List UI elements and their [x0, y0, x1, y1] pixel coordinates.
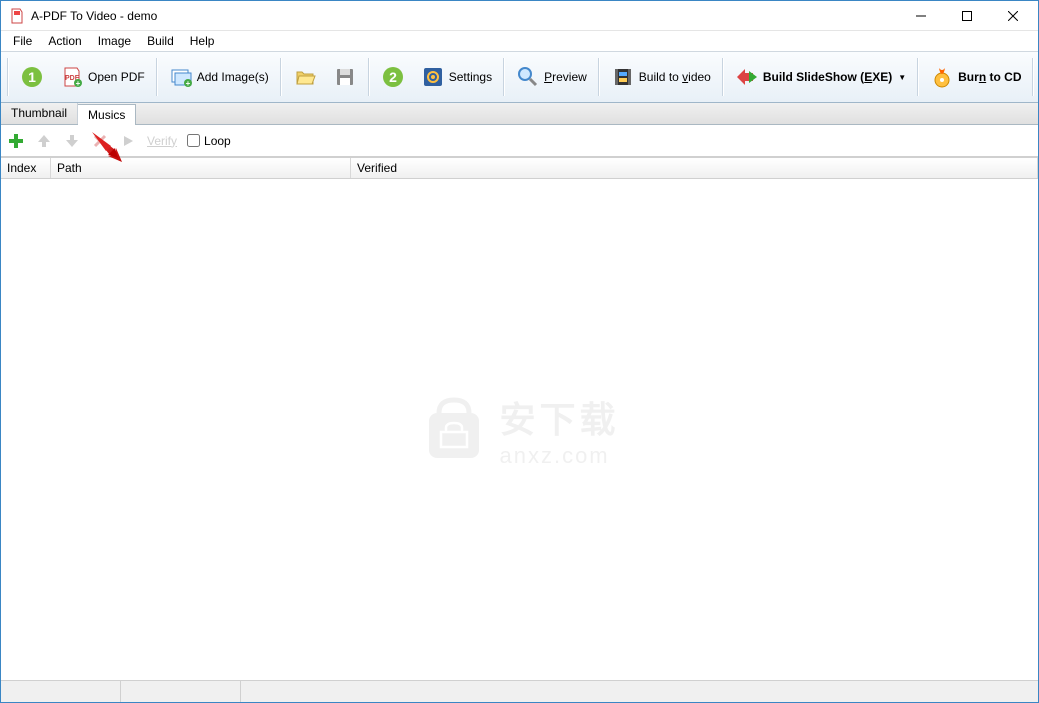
add-images-button[interactable]: + Add Image(s)	[162, 58, 276, 96]
status-cell-2	[121, 681, 241, 702]
column-index[interactable]: Index	[1, 158, 51, 178]
statusbar	[1, 680, 1038, 702]
burn-cd-button[interactable]: Burn to CD	[923, 58, 1028, 96]
save-button[interactable]	[326, 58, 364, 96]
move-up-button[interactable]	[35, 132, 53, 150]
menu-image[interactable]: Image	[90, 32, 139, 50]
watermark-cn: 安下载	[499, 391, 619, 443]
move-down-button[interactable]	[63, 132, 81, 150]
step1-icon: 1	[20, 65, 44, 89]
column-verified[interactable]: Verified	[351, 158, 1038, 178]
folder-open-icon	[293, 65, 317, 89]
tab-thumbnail[interactable]: Thumbnail	[1, 103, 78, 124]
window-controls	[898, 1, 1036, 30]
build-slideshow-label: Build SlideShow (EXE)	[763, 70, 892, 84]
burn-icon	[930, 65, 954, 89]
status-cell-1	[1, 681, 121, 702]
tabs: Thumbnail Musics	[1, 103, 1038, 125]
pdf-icon: PDF+	[60, 65, 84, 89]
close-button[interactable]	[990, 1, 1036, 30]
save-icon	[333, 65, 357, 89]
titlebar: A-PDF To Video - demo	[1, 1, 1038, 31]
add-images-label: Add Image(s)	[197, 70, 269, 84]
preview-label: Preview	[544, 70, 587, 84]
watermark: 安下载 anxz.com	[419, 391, 619, 469]
open-pdf-button[interactable]: PDF+ Open PDF	[53, 58, 152, 96]
burn-cd-label: Burn to CD	[958, 70, 1021, 84]
loop-checkbox-input[interactable]	[187, 134, 200, 147]
gear-icon	[421, 65, 445, 89]
tab-musics[interactable]: Musics	[78, 104, 136, 125]
build-slideshow-button[interactable]: Build SlideShow (EXE) ▼	[728, 58, 913, 96]
music-list-body: 安下载 anxz.com	[1, 179, 1038, 680]
column-path[interactable]: Path	[51, 158, 351, 178]
slideshow-icon	[735, 65, 759, 89]
menu-action[interactable]: Action	[40, 32, 89, 50]
maximize-button[interactable]	[944, 1, 990, 30]
watermark-bag-icon	[419, 395, 489, 465]
build-video-button[interactable]: Build to video	[604, 58, 718, 96]
verify-label: Verify	[147, 134, 177, 148]
svg-text:2: 2	[389, 69, 397, 85]
images-icon: +	[169, 65, 193, 89]
window-title: A-PDF To Video - demo	[31, 9, 898, 23]
step1-button[interactable]: 1	[13, 58, 51, 96]
svg-text:1: 1	[28, 69, 36, 85]
main-toolbar: 1 PDF+ Open PDF + Add Image(s) 2 Setting…	[1, 51, 1038, 103]
menubar: File Action Image Build Help	[1, 31, 1038, 51]
svg-text:+: +	[185, 79, 190, 88]
open-folder-button[interactable]	[286, 58, 324, 96]
minimize-button[interactable]	[898, 1, 944, 30]
watermark-en: anxz.com	[499, 443, 619, 469]
menu-file[interactable]: File	[5, 32, 40, 50]
loop-checkbox[interactable]: Loop	[187, 134, 231, 148]
step2-icon: 2	[381, 65, 405, 89]
remove-music-button[interactable]	[91, 132, 109, 150]
magnify-icon	[516, 65, 540, 89]
menu-build[interactable]: Build	[139, 32, 182, 50]
loop-label: Loop	[204, 134, 231, 148]
preview-button[interactable]: Preview	[509, 58, 594, 96]
music-list-header: Index Path Verified	[1, 157, 1038, 179]
play-button[interactable]	[119, 132, 137, 150]
settings-label: Settings	[449, 70, 492, 84]
open-pdf-label: Open PDF	[88, 70, 145, 84]
build-video-label: Build to video	[639, 70, 711, 84]
settings-button[interactable]: Settings	[414, 58, 499, 96]
add-music-button[interactable]	[7, 132, 25, 150]
music-toolbar: Verify Loop	[1, 125, 1038, 157]
film-icon	[611, 65, 635, 89]
dropdown-arrow-icon: ▼	[898, 73, 906, 82]
step2-button[interactable]: 2	[374, 58, 412, 96]
app-icon	[9, 8, 25, 24]
svg-text:+: +	[76, 79, 81, 88]
menu-help[interactable]: Help	[182, 32, 223, 50]
